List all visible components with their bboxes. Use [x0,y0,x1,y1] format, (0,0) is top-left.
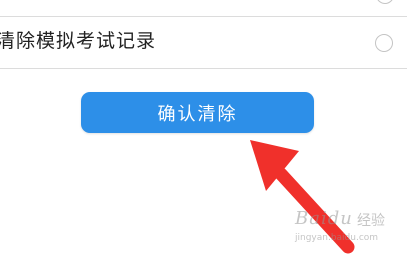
watermark-brand: Baidu [295,208,353,229]
baidu-watermark: Baidu 经验 jingyan.baidu.com [287,206,405,252]
watermark-url: jingyan.baidu.com [295,233,379,243]
watermark-brand-cn: 经验 [357,213,385,229]
